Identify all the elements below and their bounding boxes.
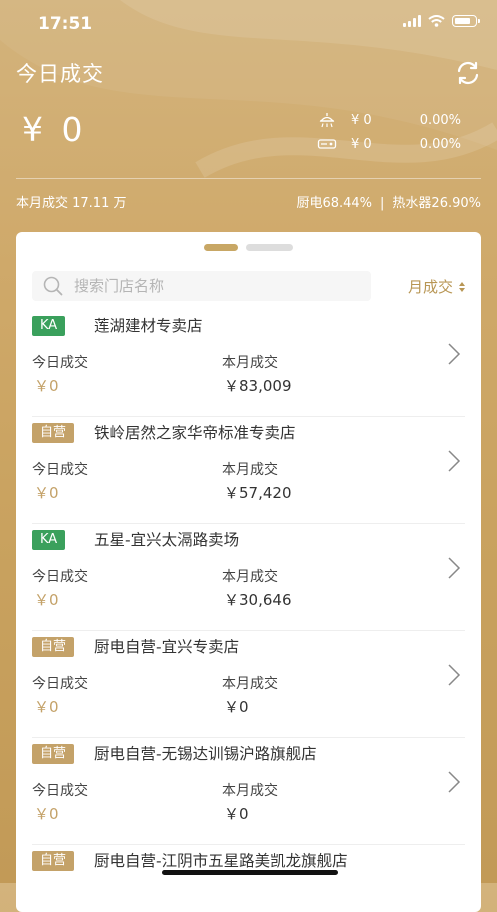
page-dot-2[interactable] — [246, 244, 293, 251]
store-item[interactable]: KA 五星-宜兴太滆路卖场 今日成交 本月成交 ￥0 ￥30,646 — [32, 524, 465, 631]
month-value: ￥83,009 — [224, 377, 292, 395]
search-box[interactable] — [32, 271, 371, 301]
page-dot-1[interactable] — [204, 244, 238, 251]
month-total: 本月成交 17.11 万 — [16, 196, 127, 211]
store-name: 厨电自营-宜兴专卖店 — [94, 638, 240, 656]
today-value: ￥0 — [34, 805, 59, 823]
today-label: 今日成交 — [32, 783, 88, 799]
store-name: 莲湖建材专卖店 — [94, 317, 203, 335]
month-value: ￥0 — [224, 698, 249, 716]
today-value: ￥0 — [34, 591, 59, 609]
search-icon — [43, 276, 63, 296]
store-item[interactable]: KA 莲湖建材专卖店 今日成交 本月成交 ￥0 ￥83,009 — [32, 310, 465, 417]
range-hood-icon — [317, 139, 337, 149]
sort-label: 月成交 — [407, 278, 453, 296]
home-indicator[interactable] — [162, 870, 338, 875]
month-label: 本月成交 — [222, 355, 278, 371]
kitchen-percent: 0.00% — [419, 136, 461, 152]
today-value: ￥0 — [34, 377, 59, 395]
status-icons — [403, 15, 480, 27]
wifi-icon — [428, 15, 445, 27]
today-label: 今日成交 — [32, 462, 88, 478]
store-tag: KA — [32, 530, 66, 550]
store-tag: KA — [32, 316, 66, 336]
cellular-signal-icon — [403, 15, 421, 27]
store-item[interactable]: 自营 厨电自营-无锡达训锡沪路旗舰店 今日成交 本月成交 ￥0 ￥0 — [32, 738, 465, 845]
chevron-right-icon — [448, 343, 461, 365]
kitchen-amount: ¥ 0 — [351, 136, 372, 152]
month-label: 本月成交 — [222, 462, 278, 478]
chevron-right-icon — [448, 557, 461, 579]
store-item[interactable]: 自营 厨电自营-宜兴专卖店 今日成交 本月成交 ￥0 ￥0 — [32, 631, 465, 738]
store-name: 厨电自营-江阴市五星路美凯龙旗舰店 — [94, 852, 348, 870]
store-item[interactable]: 自营 厨电自营-江阴市五星路美凯龙旗舰店 — [32, 845, 465, 912]
ratio-separator: | — [380, 196, 385, 211]
water-heater-amount: ¥ 0 — [351, 112, 372, 128]
page-title: 今日成交 — [16, 62, 104, 86]
chevron-right-icon — [448, 664, 461, 686]
today-value: ￥0 — [34, 698, 59, 716]
status-time: 17:51 — [38, 14, 93, 34]
chevron-right-icon — [448, 450, 461, 472]
month-label: 本月成交 — [222, 783, 278, 799]
store-tag: 自营 — [32, 423, 75, 443]
store-list: KA 莲湖建材专卖店 今日成交 本月成交 ￥0 ￥83,009 自营 铁岭居然之… — [32, 310, 465, 912]
store-item[interactable]: 自营 铁岭居然之家华帝标准专卖店 今日成交 本月成交 ￥0 ￥57,420 — [32, 417, 465, 524]
today-label: 今日成交 — [32, 569, 88, 585]
today-value: ￥0 — [34, 484, 59, 502]
ratio-heater: 热水器26.90% — [392, 196, 481, 211]
month-value: ￥30,646 — [224, 591, 292, 609]
refresh-icon[interactable] — [455, 60, 481, 86]
store-tag: 自营 — [32, 851, 75, 871]
search-input[interactable] — [72, 276, 356, 296]
water-heater-percent: 0.00% — [419, 112, 461, 128]
store-tag: 自营 — [32, 744, 75, 764]
category-ratio: 厨电68.44% | 热水器26.90% — [296, 192, 481, 211]
page-indicator — [16, 244, 481, 251]
month-label: 本月成交 — [222, 569, 278, 585]
category-row-kitchen: ¥ 0 0.00% — [317, 136, 461, 152]
sort-button[interactable]: 月成交 — [408, 276, 465, 297]
month-value: ￥0 — [224, 805, 249, 823]
ratio-kitchen: 厨电68.44% — [296, 196, 373, 211]
store-tag: 自营 — [32, 637, 75, 657]
store-name: 铁岭居然之家华帝标准专卖店 — [94, 424, 296, 442]
header-divider — [16, 178, 481, 179]
sort-arrows-icon — [459, 281, 465, 292]
today-label: 今日成交 — [32, 676, 88, 692]
month-value: ￥57,420 — [224, 484, 292, 502]
today-total-amount: ¥ 0 — [22, 110, 87, 149]
battery-icon — [452, 15, 480, 27]
today-label: 今日成交 — [32, 355, 88, 371]
store-list-card: 月成交 KA 莲湖建材专卖店 今日成交 本月成交 ￥0 ￥83,009 自营 铁… — [16, 232, 481, 912]
status-bar: 17:51 — [0, 0, 497, 48]
shower-icon — [319, 113, 335, 128]
store-name: 五星-宜兴太滆路卖场 — [94, 531, 240, 549]
category-row-water-heater: ¥ 0 0.00% — [317, 112, 461, 128]
store-name: 厨电自营-无锡达训锡沪路旗舰店 — [94, 745, 317, 763]
month-label: 本月成交 — [222, 676, 278, 692]
chevron-right-icon — [448, 771, 461, 793]
